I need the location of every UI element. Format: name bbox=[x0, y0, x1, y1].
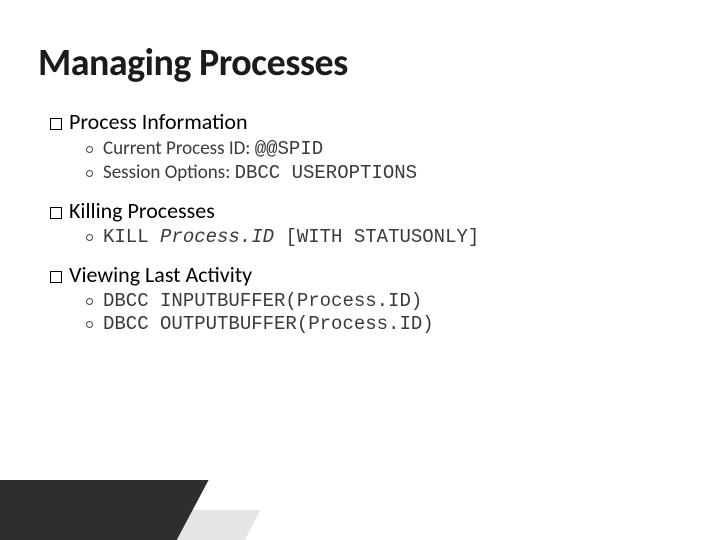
lvl2-text: Session Options: DBCC USEROPTIONS bbox=[103, 161, 417, 184]
circle-bullet-icon bbox=[86, 298, 93, 305]
bullet-lvl1: Process Information bbox=[50, 108, 682, 135]
slide-title: Managing Processes bbox=[38, 40, 682, 86]
lvl2-text: DBCC INPUTBUFFER(Process.ID) bbox=[103, 290, 422, 312]
lvl1-text: Process Information bbox=[69, 108, 248, 135]
bullet-lvl2: DBCC INPUTBUFFER(Process.ID) bbox=[86, 290, 682, 312]
bullet-lvl2: Current Process ID: @@SPID bbox=[86, 137, 682, 160]
text-mono: DBCC USEROPTIONS bbox=[235, 162, 417, 184]
lvl2-text: DBCC OUTPUTBUFFER(Process.ID) bbox=[103, 313, 434, 335]
circle-bullet-icon bbox=[86, 146, 93, 153]
circle-bullet-icon bbox=[86, 321, 93, 328]
text-plain: Session Options: bbox=[103, 161, 235, 184]
circle-bullet-icon bbox=[86, 234, 93, 241]
lvl2-text: Current Process ID: @@SPID bbox=[103, 137, 323, 160]
text-mono: @@SPID bbox=[255, 138, 323, 160]
text-mono-italic: Process.ID bbox=[160, 226, 274, 248]
bullet-lvl2: Session Options: DBCC USEROPTIONS bbox=[86, 161, 682, 184]
square-bullet-icon bbox=[50, 207, 62, 219]
text-plain: Current Process ID: bbox=[103, 137, 255, 160]
bullet-lvl2: DBCC OUTPUTBUFFER(Process.ID) bbox=[86, 313, 682, 335]
lvl1-text: Viewing Last Activity bbox=[69, 261, 252, 288]
lvl1-text: Killing Processes bbox=[69, 197, 215, 224]
slide: Managing Processes Process Information C… bbox=[0, 0, 720, 540]
bullet-lvl1: Viewing Last Activity bbox=[50, 261, 682, 288]
decorative-wedge-icon bbox=[0, 480, 209, 540]
bullet-lvl1: Killing Processes bbox=[50, 197, 682, 224]
bullet-lvl2: KILL Process.ID [WITH STATUSONLY] bbox=[86, 226, 682, 248]
square-bullet-icon bbox=[50, 118, 62, 130]
square-bullet-icon bbox=[50, 271, 62, 283]
text-mono: KILL bbox=[103, 226, 160, 248]
text-mono: [WITH STATUSONLY] bbox=[274, 226, 479, 248]
lvl2-text: KILL Process.ID [WITH STATUSONLY] bbox=[103, 226, 479, 248]
circle-bullet-icon bbox=[86, 170, 93, 177]
